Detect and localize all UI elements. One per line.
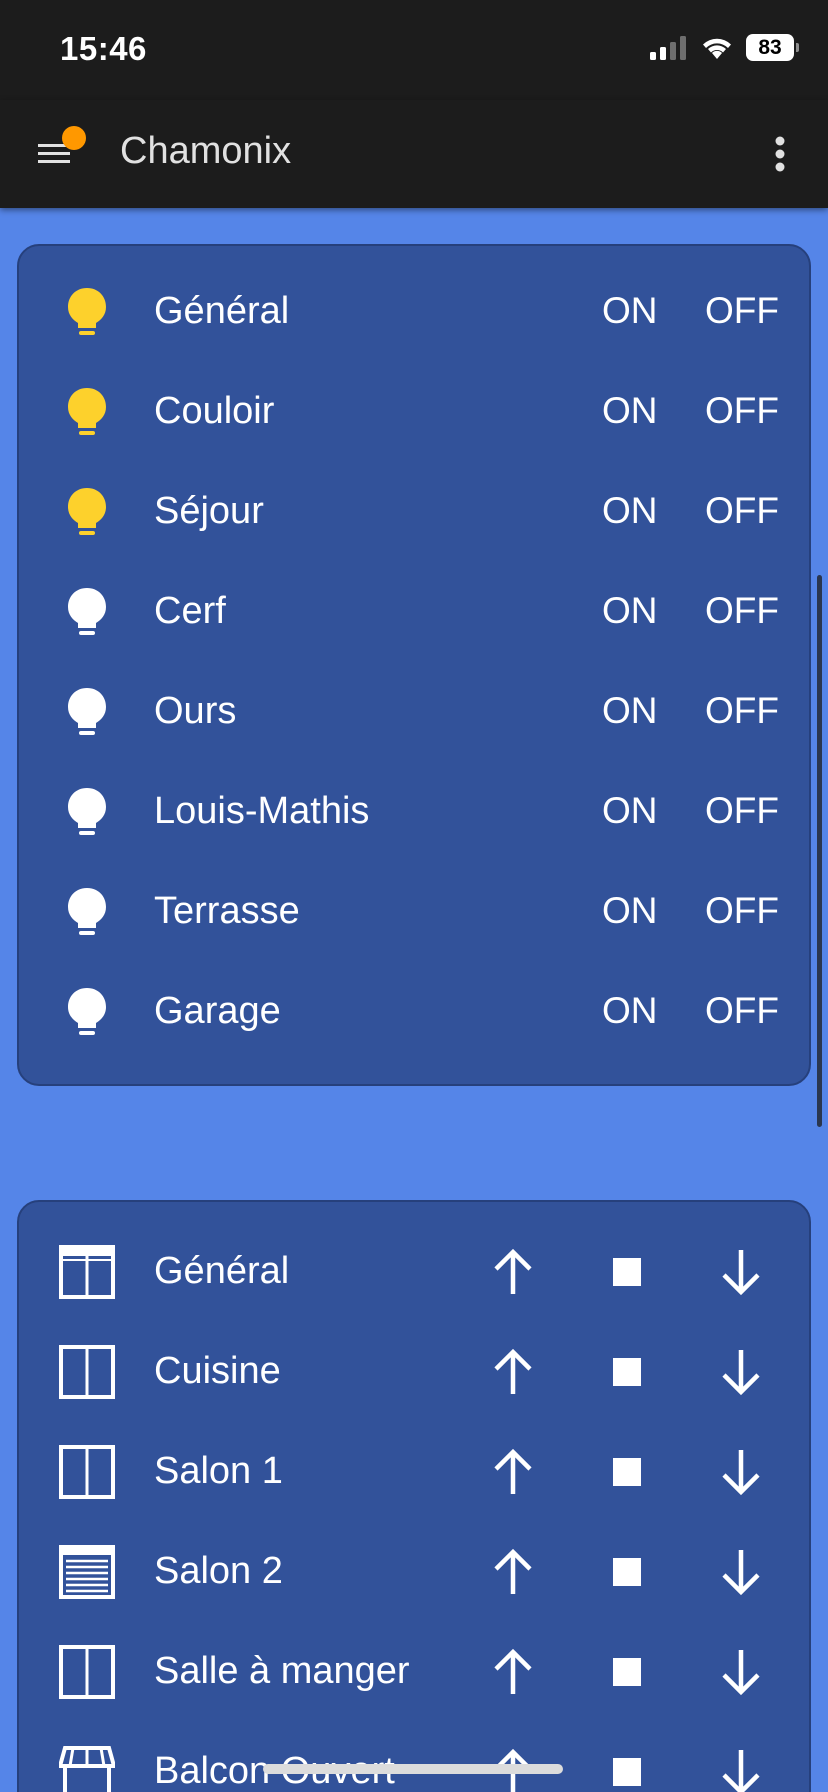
covers-card: Général Cuisine Salon 1 Salon 2 Salle à … — [17, 1200, 811, 1792]
window-open-icon — [59, 1345, 115, 1399]
light-off-button[interactable]: OFF — [705, 990, 779, 1032]
arrow-down-icon[interactable] — [713, 1244, 769, 1300]
light-label: Louis-Mathis — [154, 790, 370, 832]
cover-row: Salon 2 — [19, 1522, 809, 1622]
awning-icon — [59, 1746, 115, 1792]
hamburger-icon — [38, 144, 70, 163]
stop-icon[interactable] — [599, 1644, 655, 1700]
window-open-icon — [59, 1645, 115, 1699]
arrow-up-icon[interactable] — [485, 1444, 541, 1500]
stop-icon[interactable] — [599, 1444, 655, 1500]
window-shutter-open-icon — [59, 1245, 115, 1299]
arrow-down-icon[interactable] — [713, 1644, 769, 1700]
arrow-down-icon[interactable] — [713, 1444, 769, 1500]
cover-label: Salon 1 — [154, 1450, 283, 1492]
lightbulb-icon — [68, 888, 106, 935]
light-label: Général — [154, 290, 290, 332]
stop-icon[interactable] — [599, 1344, 655, 1400]
light-row: Louis-Mathis ON OFF — [19, 762, 809, 862]
light-row: Couloir ON OFF — [19, 362, 809, 462]
cover-row: Balcon Ouvert — [19, 1722, 809, 1792]
status-time: 15:46 — [60, 30, 147, 67]
cover-label: Général — [154, 1250, 290, 1292]
light-on-button[interactable]: ON — [602, 690, 658, 732]
more-options-button[interactable] — [770, 130, 790, 178]
window-open-icon — [59, 1445, 115, 1499]
light-label: Terrasse — [154, 890, 300, 932]
signal-icon — [650, 35, 686, 60]
arrow-down-icon[interactable] — [713, 1744, 769, 1792]
battery-indicator: 83 — [746, 34, 799, 61]
status-bar: 15:46 83 — [0, 0, 828, 100]
cover-row: Cuisine — [19, 1322, 809, 1422]
stop-icon[interactable] — [599, 1744, 655, 1792]
menu-button[interactable] — [28, 120, 96, 188]
light-on-button[interactable]: ON — [602, 590, 658, 632]
light-off-button[interactable]: OFF — [705, 790, 779, 832]
light-label: Cerf — [154, 590, 226, 632]
light-row: Cerf ON OFF — [19, 562, 809, 662]
light-row: Ours ON OFF — [19, 662, 809, 762]
lightbulb-icon — [68, 488, 106, 535]
lightbulb-icon — [68, 788, 106, 835]
lightbulb-icon — [68, 988, 106, 1035]
light-off-button[interactable]: OFF — [705, 890, 779, 932]
app-bar: Chamonix — [0, 100, 828, 208]
light-on-button[interactable]: ON — [602, 490, 658, 532]
light-off-button[interactable]: OFF — [705, 290, 779, 332]
stop-icon[interactable] — [599, 1544, 655, 1600]
home-indicator[interactable] — [263, 1764, 563, 1774]
cover-row: Salle à manger — [19, 1622, 809, 1722]
arrow-up-icon[interactable] — [485, 1344, 541, 1400]
arrow-up-icon[interactable] — [485, 1244, 541, 1300]
notification-badge — [62, 126, 86, 150]
light-row: Séjour ON OFF — [19, 462, 809, 562]
page-title: Chamonix — [120, 130, 292, 172]
cover-label: Salle à manger — [154, 1650, 410, 1692]
lightbulb-icon — [68, 288, 106, 335]
lights-card: Général ON OFF Couloir ON OFF Séjour ON … — [17, 244, 811, 1086]
lightbulb-icon — [68, 588, 106, 635]
arrow-down-icon[interactable] — [713, 1344, 769, 1400]
light-on-button[interactable]: ON — [602, 990, 658, 1032]
light-row: Général ON OFF — [19, 262, 809, 362]
cover-row: Général — [19, 1222, 809, 1322]
lightbulb-icon — [68, 388, 106, 435]
cover-label: Salon 2 — [154, 1550, 283, 1592]
light-row: Garage ON OFF — [19, 962, 809, 1062]
arrow-up-icon[interactable] — [485, 1644, 541, 1700]
status-icons: 83 — [650, 34, 799, 61]
stop-icon[interactable] — [599, 1244, 655, 1300]
battery-level: 83 — [758, 35, 782, 59]
light-label: Ours — [154, 690, 237, 732]
light-on-button[interactable]: ON — [602, 790, 658, 832]
cover-row: Salon 1 — [19, 1422, 809, 1522]
light-off-button[interactable]: OFF — [705, 690, 779, 732]
cover-label: Cuisine — [154, 1350, 281, 1392]
arrow-down-icon[interactable] — [713, 1544, 769, 1600]
light-on-button[interactable]: ON — [602, 890, 658, 932]
light-off-button[interactable]: OFF — [705, 490, 779, 532]
wifi-icon — [703, 38, 731, 59]
more-vertical-icon — [775, 136, 785, 172]
lightbulb-icon — [68, 688, 106, 735]
window-shutter-icon — [59, 1545, 115, 1599]
light-off-button[interactable]: OFF — [705, 390, 779, 432]
light-on-button[interactable]: ON — [602, 390, 658, 432]
light-row: Terrasse ON OFF — [19, 862, 809, 962]
light-off-button[interactable]: OFF — [705, 590, 779, 632]
light-on-button[interactable]: ON — [602, 290, 658, 332]
scrollbar[interactable] — [817, 575, 822, 1127]
light-label: Garage — [154, 990, 281, 1032]
arrow-up-icon[interactable] — [485, 1544, 541, 1600]
light-label: Couloir — [154, 390, 275, 432]
light-label: Séjour — [154, 490, 264, 532]
